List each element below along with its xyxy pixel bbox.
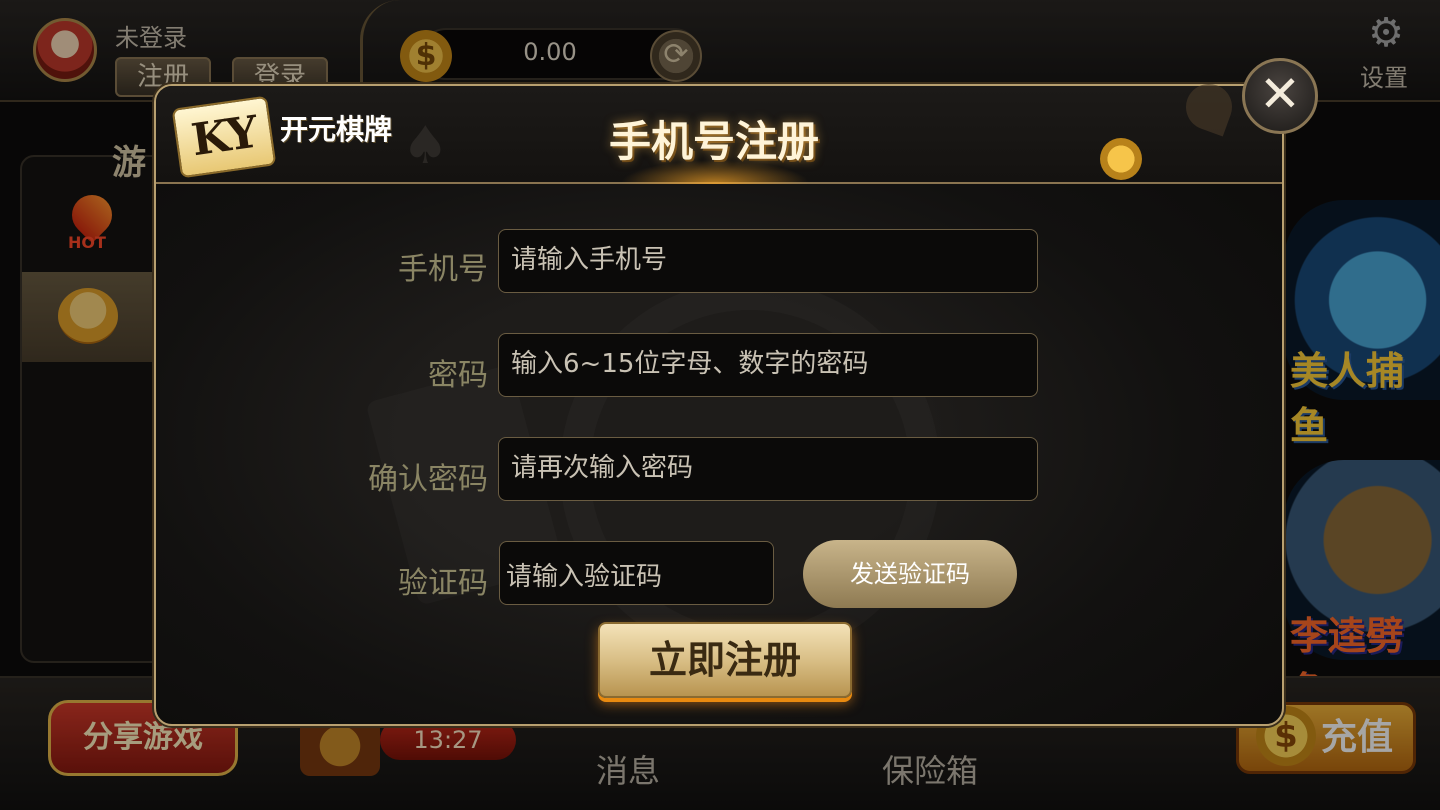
confirm-password-label: 确认密码	[368, 462, 488, 497]
password-label: 密码	[428, 358, 488, 393]
password-input[interactable]: 输入6~15位字母、数字的密码	[498, 333, 1038, 397]
code-input[interactable]: 请输入验证码	[499, 541, 774, 605]
coin-icon	[1100, 138, 1142, 180]
close-button[interactable]: ✕	[1242, 58, 1318, 134]
confirm-password-input[interactable]: 请再次输入密码	[498, 437, 1038, 501]
brand-name: 开元棋牌	[280, 113, 393, 146]
ky-logo: KY	[171, 95, 277, 179]
register-now-button[interactable]: 立即注册	[598, 622, 852, 698]
code-label: 验证码	[398, 566, 488, 601]
phone-label: 手机号	[398, 252, 488, 287]
phone-input[interactable]: 请输入手机号	[498, 229, 1038, 293]
spade-icon: ♠	[402, 116, 449, 176]
send-code-button[interactable]: 发送验证码	[803, 540, 1017, 608]
title-glow	[620, 160, 810, 184]
